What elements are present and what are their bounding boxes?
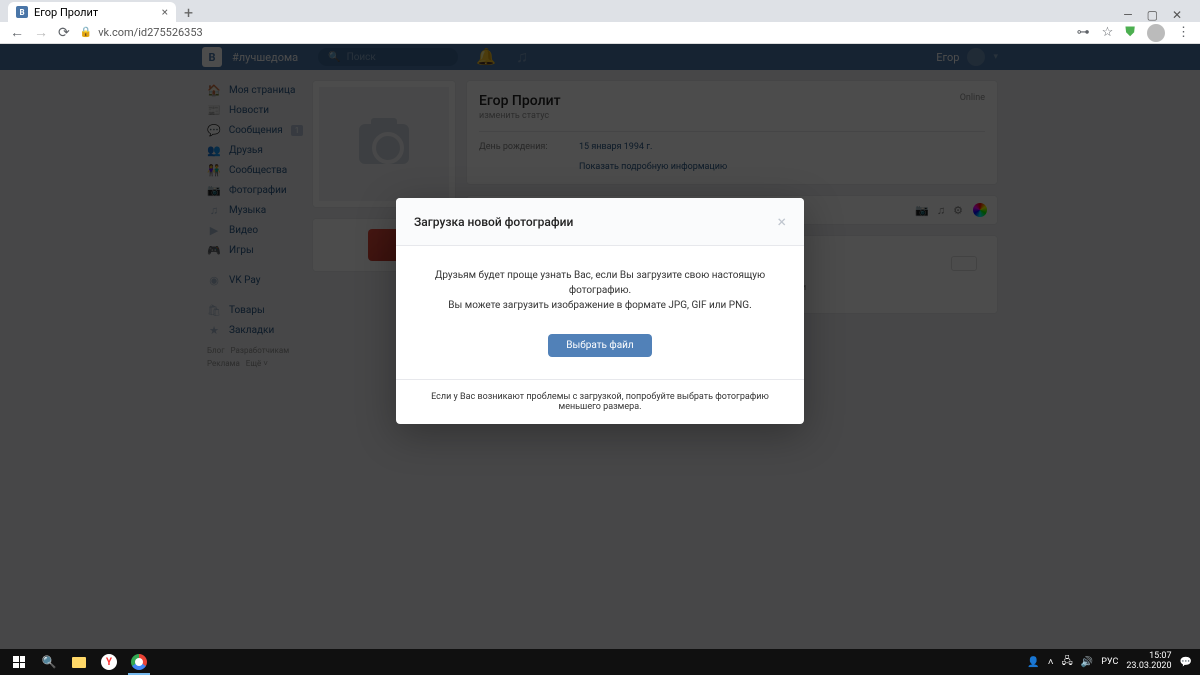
network-icon[interactable]: 🖧 [1062,654,1073,671]
tray-chevron-icon[interactable]: ˄ [1048,657,1054,668]
menu-icon[interactable]: ⋮ [1177,25,1190,40]
volume-icon[interactable]: 🔊 [1081,657,1093,668]
chrome-task-icon[interactable] [124,649,154,675]
people-icon[interactable]: 👤 [1027,657,1039,668]
url-text: vk.com/id275526353 [98,26,203,39]
address-bar[interactable]: 🔒 vk.com/id275526353 [80,26,1067,39]
file-explorer-icon[interactable] [64,649,94,675]
modal-close-icon[interactable]: × [777,212,786,231]
browser-tab[interactable]: B Егор Пролит × [8,2,176,22]
start-button[interactable] [4,649,34,675]
modal-title: Загрузка новой фотографии [414,215,573,229]
minimize-icon[interactable]: — [1123,8,1132,22]
taskbar-lang[interactable]: РУС [1101,657,1118,667]
close-window-icon[interactable]: ✕ [1172,8,1182,22]
search-task-icon[interactable]: 🔍 [34,649,64,675]
shield-icon[interactable]: ⛊ [1125,25,1135,40]
modal-footer-text: Если у Вас возникают проблемы с загрузко… [396,379,804,424]
new-tab-button[interactable]: + [176,3,201,22]
browser-tab-strip: B Егор Пролит × + — ▢ ✕ [0,0,1200,22]
tab-title: Егор Пролит [34,6,98,19]
bookmark-icon[interactable]: ☆ [1102,25,1114,40]
key-icon[interactable]: ⊶ [1077,25,1090,40]
windows-taskbar: 🔍 Y 👤 ˄ 🖧 🔊 РУС 15:07 23.03.2020 💬 [0,649,1200,675]
vk-favicon: B [16,6,28,18]
maximize-icon[interactable]: ▢ [1147,8,1158,22]
profile-avatar-icon[interactable] [1147,24,1165,42]
modal-description: Друзьям будет проще узнать Вас, если Вы … [422,268,778,313]
browser-toolbar: ← → ⟳ 🔒 vk.com/id275526353 ⊶ ☆ ⛊ ⋮ [0,22,1200,44]
upload-photo-modal: Загрузка новой фотографии × Друзьям буде… [396,198,804,424]
close-tab-icon[interactable]: × [162,5,168,19]
yandex-browser-icon[interactable]: Y [94,649,124,675]
choose-file-button[interactable]: Выбрать файл [548,334,651,357]
lock-icon: 🔒 [80,27,92,38]
back-button[interactable]: ← [10,24,24,41]
taskbar-clock[interactable]: 15:07 23.03.2020 [1126,652,1171,672]
action-center-icon[interactable]: 💬 [1180,657,1192,668]
modal-overlay[interactable]: Загрузка новой фотографии × Друзьям буде… [0,44,1200,649]
window-controls: — ▢ ✕ [1123,8,1192,22]
reload-button[interactable]: ⟳ [58,25,70,41]
forward-button[interactable]: → [34,24,48,41]
